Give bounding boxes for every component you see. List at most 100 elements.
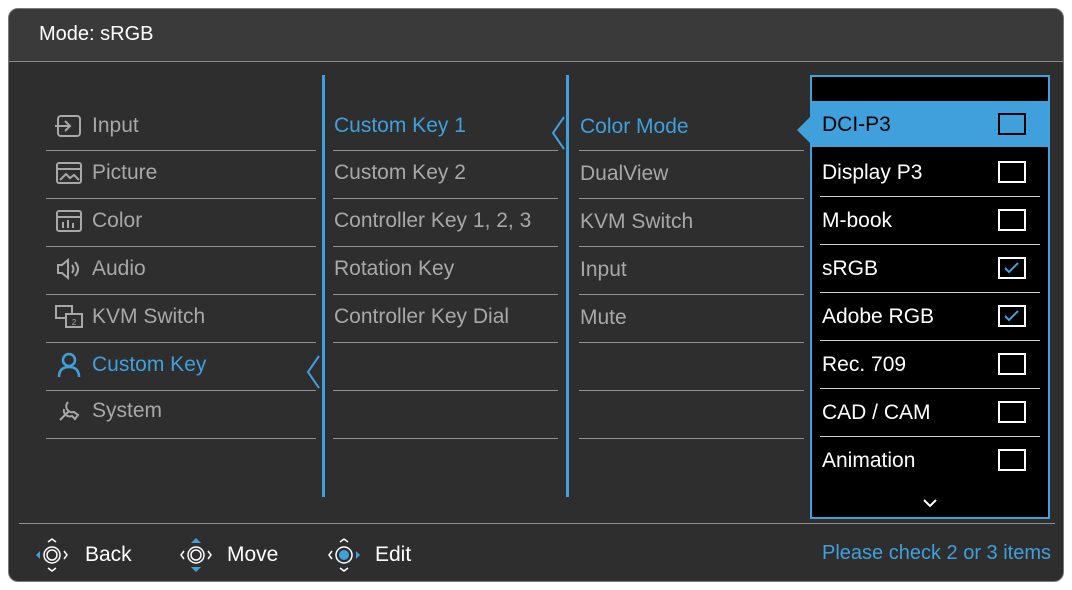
menu-item-label: Picture — [92, 161, 158, 184]
menu-item-kvm-switch[interactable]: 2 KVM Switch — [54, 302, 205, 332]
menu-item-label: Custom Key — [92, 353, 207, 376]
footer-back-label: Back — [85, 543, 132, 566]
menu-item-label: Input — [92, 114, 139, 137]
option-label: Adobe RGB — [822, 305, 935, 328]
menu-item-picture[interactable]: Picture — [54, 158, 157, 188]
function-kvm-switch[interactable]: KVM Switch — [580, 207, 693, 237]
color-mode-options-panel: DCI-P3 Display P3 M-book sRGB Adobe RGB … — [810, 75, 1050, 519]
selection-hint: Please check 2 or 3 items — [822, 542, 1051, 564]
picture-icon — [56, 162, 82, 184]
divider — [46, 438, 316, 439]
menu-item-input[interactable]: Input — [54, 111, 139, 141]
footer-back: Back — [33, 537, 132, 573]
function-color-mode[interactable]: Color Mode — [580, 112, 689, 142]
mode-title: Mode: sRGB — [39, 23, 154, 45]
option-label: Display P3 — [822, 161, 923, 184]
svg-text:2: 2 — [72, 318, 77, 327]
menu-item-audio[interactable]: Audio — [54, 254, 146, 284]
menu-item-custom-key[interactable]: Custom Key — [54, 350, 206, 380]
option-label: DCI-P3 — [822, 113, 891, 136]
divider — [579, 150, 804, 151]
divider — [333, 294, 558, 295]
kvm-switch-icon: 2 — [55, 305, 83, 328]
divider — [333, 342, 558, 343]
divider — [579, 294, 804, 295]
divider — [579, 390, 804, 391]
footer-divider — [19, 523, 1055, 524]
divider — [46, 390, 316, 391]
osd-window: Mode: sRGB Input Picture Color Audio 2 K… — [8, 8, 1064, 582]
checkbox-checked[interactable] — [998, 257, 1026, 279]
footer-move-label: Move — [227, 543, 279, 566]
function-input[interactable]: Input — [580, 255, 627, 285]
custom-key-icon — [57, 352, 81, 378]
option-animation[interactable]: Animation — [812, 437, 1048, 483]
option-label: CAD / CAM — [822, 401, 931, 424]
checkbox[interactable] — [998, 353, 1026, 375]
input-icon — [55, 115, 81, 137]
function-mute[interactable]: Mute — [580, 303, 627, 333]
chevron-left-icon — [306, 355, 320, 389]
rotation-key[interactable]: Rotation Key — [334, 254, 454, 284]
divider — [333, 150, 558, 151]
option-dci-p3[interactable]: DCI-P3 — [812, 101, 1048, 147]
check-icon — [1004, 310, 1019, 322]
checkbox[interactable] — [998, 449, 1026, 471]
checkbox[interactable] — [998, 209, 1026, 231]
menu-item-system[interactable]: System — [54, 396, 162, 426]
pointer-left-icon — [797, 116, 811, 144]
audio-icon — [57, 257, 79, 281]
menu-item-label: KVM Switch — [92, 305, 206, 328]
chevron-down-icon[interactable] — [922, 497, 938, 509]
footer-edit: Edit — [325, 537, 411, 573]
footer-edit-label: Edit — [375, 543, 412, 566]
column-divider-1 — [322, 75, 325, 497]
check-icon — [1004, 262, 1019, 274]
function-dualview[interactable]: DualView — [580, 159, 668, 189]
checkbox[interactable] — [998, 401, 1026, 423]
divider — [579, 198, 804, 199]
divider — [333, 246, 558, 247]
option-label: sRGB — [822, 257, 879, 280]
menu-item-label: Color — [92, 209, 143, 232]
divider — [46, 150, 316, 151]
divider — [46, 342, 316, 343]
menu-item-color[interactable]: Color — [54, 206, 142, 236]
controller-key-dial[interactable]: Controller Key Dial — [334, 302, 509, 332]
custom-key-1[interactable]: Custom Key 1 — [334, 111, 466, 141]
joystick-press-icon — [328, 538, 360, 572]
divider — [579, 438, 804, 439]
divider — [579, 342, 804, 343]
joystick-left-icon — [36, 538, 68, 572]
option-adobe-rgb[interactable]: Adobe RGB — [812, 293, 1048, 339]
menu-item-label: System — [92, 399, 163, 422]
divider — [46, 198, 316, 199]
checkbox-checked[interactable] — [998, 305, 1026, 327]
menu-item-label: Audio — [92, 257, 146, 280]
footer-move: Move — [177, 537, 278, 573]
divider — [333, 198, 558, 199]
option-label: Animation — [822, 449, 916, 472]
option-cad-cam[interactable]: CAD / CAM — [812, 389, 1048, 435]
custom-key-2[interactable]: Custom Key 2 — [334, 158, 466, 188]
option-srgb[interactable]: sRGB — [812, 245, 1048, 291]
chevron-left-icon — [551, 116, 565, 150]
column-divider-2 — [566, 75, 569, 497]
joystick-updown-icon — [180, 538, 212, 572]
system-icon — [59, 401, 80, 421]
title-bar: Mode: sRGB — [9, 9, 1063, 62]
color-icon — [56, 210, 82, 232]
divider — [46, 294, 316, 295]
divider — [46, 246, 316, 247]
option-m-book[interactable]: M-book — [812, 197, 1048, 243]
checkbox[interactable] — [998, 113, 1026, 135]
option-label: M-book — [822, 209, 893, 232]
divider — [579, 246, 804, 247]
option-display-p3[interactable]: Display P3 — [812, 149, 1048, 195]
divider — [333, 438, 558, 439]
checkbox[interactable] — [998, 161, 1026, 183]
divider — [333, 390, 558, 391]
option-label: Rec. 709 — [822, 353, 907, 376]
controller-key-1-2-3[interactable]: Controller Key 1, 2, 3 — [334, 206, 531, 236]
option-rec-709[interactable]: Rec. 709 — [812, 341, 1048, 387]
